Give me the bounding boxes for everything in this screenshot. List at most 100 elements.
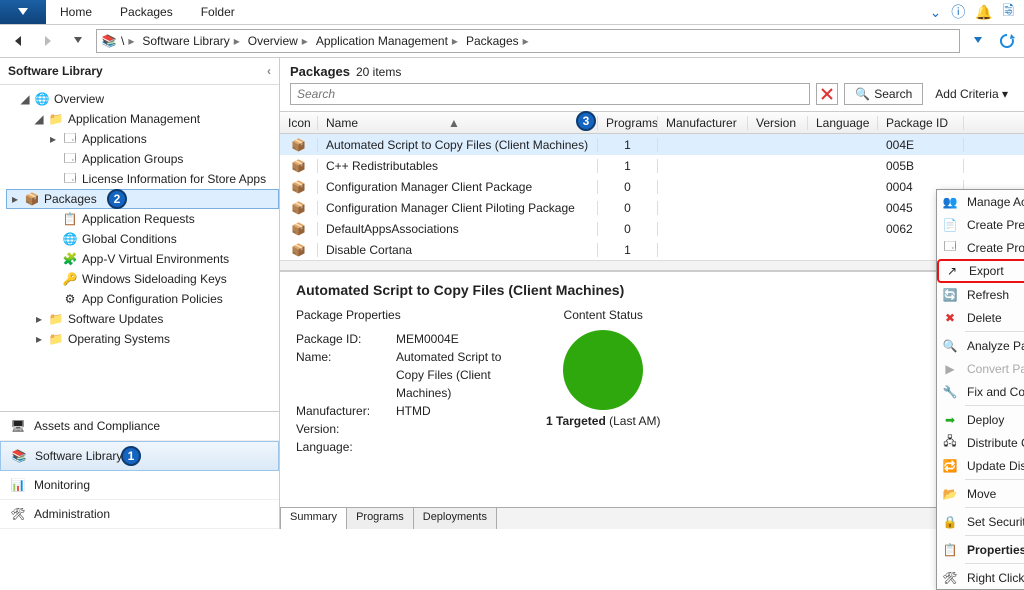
prop-value: [396, 438, 516, 456]
grid-row[interactable]: 📦 Automated Script to Copy Files (Client…: [280, 134, 1024, 155]
ctx-distribute[interactable]: 🖧Distribute Content: [937, 431, 1024, 454]
crumb-4[interactable]: Packages: [466, 34, 519, 48]
export-icon: ↗: [943, 262, 961, 280]
col-language[interactable]: Language: [808, 116, 878, 130]
history-dropdown[interactable]: [66, 29, 90, 53]
forward-button[interactable]: [36, 29, 60, 53]
add-criteria-dropdown[interactable]: Add Criteria ▾: [929, 87, 1014, 101]
ctx-refresh[interactable]: 🔄RefreshF5: [937, 283, 1024, 306]
col-version[interactable]: Version: [748, 116, 808, 130]
ctx-right-click-tools[interactable]: 🛠Right Click Tools▸: [937, 566, 1024, 589]
grid-row[interactable]: 📦 Disable Cortana 1: [280, 239, 1024, 260]
nav-tree: ◢🌐Overview ◢📁Application Management ▸🗔Ap…: [0, 85, 279, 411]
ribbon: Home Packages Folder ⌄ ⓘ 🔔 🗟: [0, 0, 1024, 25]
help-icon[interactable]: ⓘ: [951, 2, 965, 22]
ribbon-tab-packages[interactable]: Packages: [106, 0, 187, 24]
ctx-manage-access[interactable]: 👥Manage Access Accounts: [937, 190, 1024, 213]
pane-software-library[interactable]: 📚Software Library 1: [0, 441, 279, 471]
search-icon: 🔍: [855, 87, 870, 101]
ctx-analyze[interactable]: 🔍Analyze Package: [937, 334, 1024, 357]
package-icon: 📦: [291, 180, 306, 194]
grid-row[interactable]: 📦 DefaultAppsAssociations 0 0062: [280, 218, 1024, 239]
crumb-2[interactable]: Overview: [248, 34, 298, 48]
tree-applications[interactable]: ▸🗔Applications: [6, 129, 279, 149]
sidebar: Software Library ‹ ◢🌐Overview ◢📁Applicat…: [0, 58, 280, 529]
tree-overview[interactable]: ◢🌐Overview: [6, 89, 279, 109]
search-button[interactable]: 🔍Search: [844, 83, 923, 105]
col-icon[interactable]: Icon: [280, 116, 318, 130]
grid-header: Icon Name▲ Programs Manufacturer Version…: [280, 112, 1024, 134]
refresh-button[interactable]: [996, 30, 1018, 52]
grid-row[interactable]: 📦 Configuration Manager Client Piloting …: [280, 197, 1024, 218]
tab-deployments[interactable]: Deployments: [414, 507, 497, 529]
ribbon-expand-icon[interactable]: ⌄: [930, 4, 942, 21]
ribbon-tab-home[interactable]: Home: [46, 0, 106, 24]
grid-row[interactable]: 📦 Configuration Manager Client Package 0…: [280, 176, 1024, 197]
pane-monitoring[interactable]: 📊Monitoring: [0, 471, 279, 500]
context-menu: 👥Manage Access Accounts 📄Create Prestage…: [936, 189, 1024, 590]
col-manufacturer[interactable]: Manufacturer: [658, 116, 748, 130]
notification-icon[interactable]: 🔔: [975, 4, 992, 21]
analyze-icon: 🔍: [941, 337, 959, 355]
ctx-delete[interactable]: ✖DeleteDelete: [937, 306, 1024, 329]
tree-appconfig[interactable]: ⚙App Configuration Policies: [6, 289, 279, 309]
ctx-update-dp[interactable]: 🔁Update Distribution Points: [937, 454, 1024, 477]
prop-label: Language:: [296, 438, 396, 456]
tree-packages[interactable]: ▸📦Packages 2: [6, 189, 279, 209]
ctx-create-program[interactable]: 🗔Create Program: [937, 236, 1024, 259]
tree-license-info[interactable]: 🗔License Information for Store Apps: [6, 169, 279, 189]
breadcrumb-dropdown[interactable]: [966, 29, 990, 53]
ribbon-file-menu[interactable]: [0, 0, 46, 24]
ctx-deploy[interactable]: ➡Deploy: [937, 408, 1024, 431]
tree-appv[interactable]: 🧩App-V Virtual Environments: [6, 249, 279, 269]
package-icon: 📦: [291, 243, 306, 257]
ctx-export[interactable]: ↗Export 4: [937, 259, 1024, 283]
breadcrumb-root-icon: 📚: [101, 33, 117, 49]
move-icon: 📂: [941, 485, 959, 503]
grid-h-scrollbar[interactable]: [280, 260, 1024, 270]
crumb-3[interactable]: Application Management: [316, 34, 448, 48]
detail-section-props: Package Properties: [296, 308, 516, 322]
pane-assets[interactable]: 🖥Assets and Compliance: [0, 412, 279, 441]
tree-os[interactable]: ▸📁Operating Systems: [6, 329, 279, 349]
pane-admin[interactable]: 🛠Administration: [0, 500, 279, 529]
breadcrumb[interactable]: 📚 \▸ Software Library▸ Overview▸ Applica…: [96, 29, 960, 53]
col-name[interactable]: Name▲: [318, 116, 598, 130]
status-pie-icon: [563, 330, 643, 410]
ctx-properties[interactable]: 📋Properties: [937, 538, 1024, 561]
content-pane: Packages 20 items 🔍Search Add Criteria ▾…: [280, 58, 1024, 529]
users-icon: 👥: [941, 193, 959, 211]
delete-icon: ✖: [941, 309, 959, 327]
ctx-security-scopes[interactable]: 🔒Set Security Scopes: [937, 510, 1024, 533]
ctx-prestaged[interactable]: 📄Create Prestaged Content File: [937, 213, 1024, 236]
ctx-convert[interactable]: ▶Convert Package: [937, 357, 1024, 380]
detail-title: Automated Script to Copy Files (Client M…: [296, 282, 1008, 298]
tab-programs[interactable]: Programs: [347, 507, 414, 529]
search-input[interactable]: [290, 83, 810, 105]
col-packageid[interactable]: Package ID: [878, 116, 964, 130]
tab-summary[interactable]: Summary: [280, 507, 347, 529]
col-programs[interactable]: Programs: [598, 116, 658, 130]
tree-app-mgmt[interactable]: ◢📁Application Management: [6, 109, 279, 129]
nav-toolbar: 📚 \▸ Software Library▸ Overview▸ Applica…: [0, 25, 1024, 58]
convert-icon: ▶: [941, 360, 959, 378]
tree-app-requests[interactable]: 📋Application Requests: [6, 209, 279, 229]
badge-2: 2: [107, 189, 127, 209]
sidebar-collapse-icon[interactable]: ‹: [267, 64, 271, 78]
tree-sw-updates[interactable]: ▸📁Software Updates: [6, 309, 279, 329]
prop-value: MEM0004E: [396, 330, 516, 348]
ctx-fix-convert[interactable]: 🔧Fix and Convert: [937, 380, 1024, 403]
feedback-icon[interactable]: 🗟: [1003, 0, 1014, 24]
search-clear-button[interactable]: [816, 83, 838, 105]
crumb-1[interactable]: Software Library: [142, 34, 229, 48]
ribbon-tab-folder[interactable]: Folder: [187, 0, 249, 24]
grid-row[interactable]: 📦 C++ Redistributables 1 005B: [280, 155, 1024, 176]
tree-app-groups[interactable]: 🗔Application Groups: [6, 149, 279, 169]
refresh-icon: 🔄: [941, 286, 959, 304]
tree-global-cond[interactable]: 🌐Global Conditions: [6, 229, 279, 249]
tree-sideload[interactable]: 🔑Windows Sideloading Keys: [6, 269, 279, 289]
package-icon: 📦: [291, 138, 306, 152]
back-button[interactable]: [6, 29, 30, 53]
prop-label: Package ID:: [296, 330, 396, 348]
ctx-move[interactable]: 📂Move: [937, 482, 1024, 505]
